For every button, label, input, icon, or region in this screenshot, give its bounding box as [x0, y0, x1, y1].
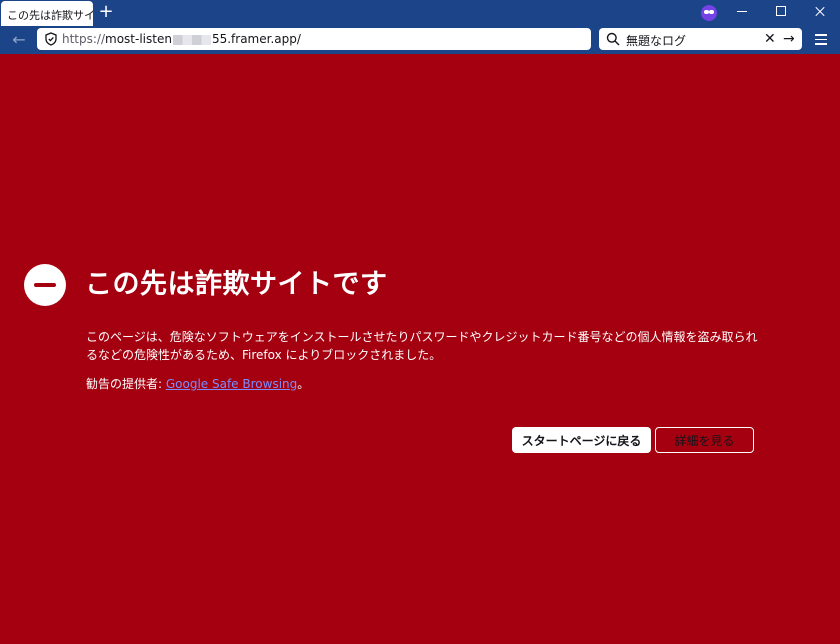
advisory-suffix: 。 [297, 377, 310, 391]
navigation-bar: ← https://most-listen 55.framer.app/ 無題なロ… [0, 26, 840, 54]
url-host-start: most-listen [105, 32, 172, 46]
advisory-source: 勧告の提供者: Google Safe Browsing。 [86, 375, 309, 393]
go-back-button[interactable]: スタートページに戻る [512, 427, 651, 453]
safe-browsing-link[interactable]: Google Safe Browsing [166, 377, 297, 391]
search-go-button[interactable]: → [783, 30, 795, 48]
url-scheme: https:// [62, 32, 106, 46]
url-host-end: 55.framer.app/ [211, 32, 301, 46]
url-text: https://most-listen 55.framer.app/ [62, 32, 301, 46]
blocked-icon [24, 264, 66, 306]
close-window-button[interactable] [801, 0, 839, 24]
tab-active[interactable]: この先は詐欺サイト [1, 1, 93, 26]
minimize-button[interactable] [723, 0, 761, 24]
search-input[interactable]: 無題なログ [626, 32, 686, 49]
page-description: このページは、危険なソフトウェアをインストールさせたりパスワードやクレジットカー… [86, 330, 758, 362]
url-redacted [172, 34, 211, 45]
clear-search-button[interactable]: ✕ [764, 30, 776, 48]
new-tab-button[interactable]: + [97, 3, 115, 21]
tab-title: この先は詐欺サイト [7, 9, 93, 22]
extension-icon[interactable] [701, 5, 717, 21]
address-bar[interactable]: https://most-listen 55.framer.app/ [37, 28, 591, 50]
back-button[interactable]: ← [9, 31, 29, 49]
search-bar[interactable]: 無題なログ ✕ → [599, 28, 802, 50]
search-icon [606, 32, 620, 46]
maximize-button[interactable] [762, 0, 800, 24]
hamburger-menu-icon[interactable] [812, 30, 830, 48]
advisory-prefix: 勧告の提供者: [86, 377, 166, 391]
title-bar: この先は詐欺サイト + [0, 0, 840, 26]
shield-icon[interactable] [44, 32, 58, 46]
see-details-button[interactable]: 詳細を見る [655, 427, 754, 453]
page-title: この先は詐欺サイトです [85, 269, 388, 300]
